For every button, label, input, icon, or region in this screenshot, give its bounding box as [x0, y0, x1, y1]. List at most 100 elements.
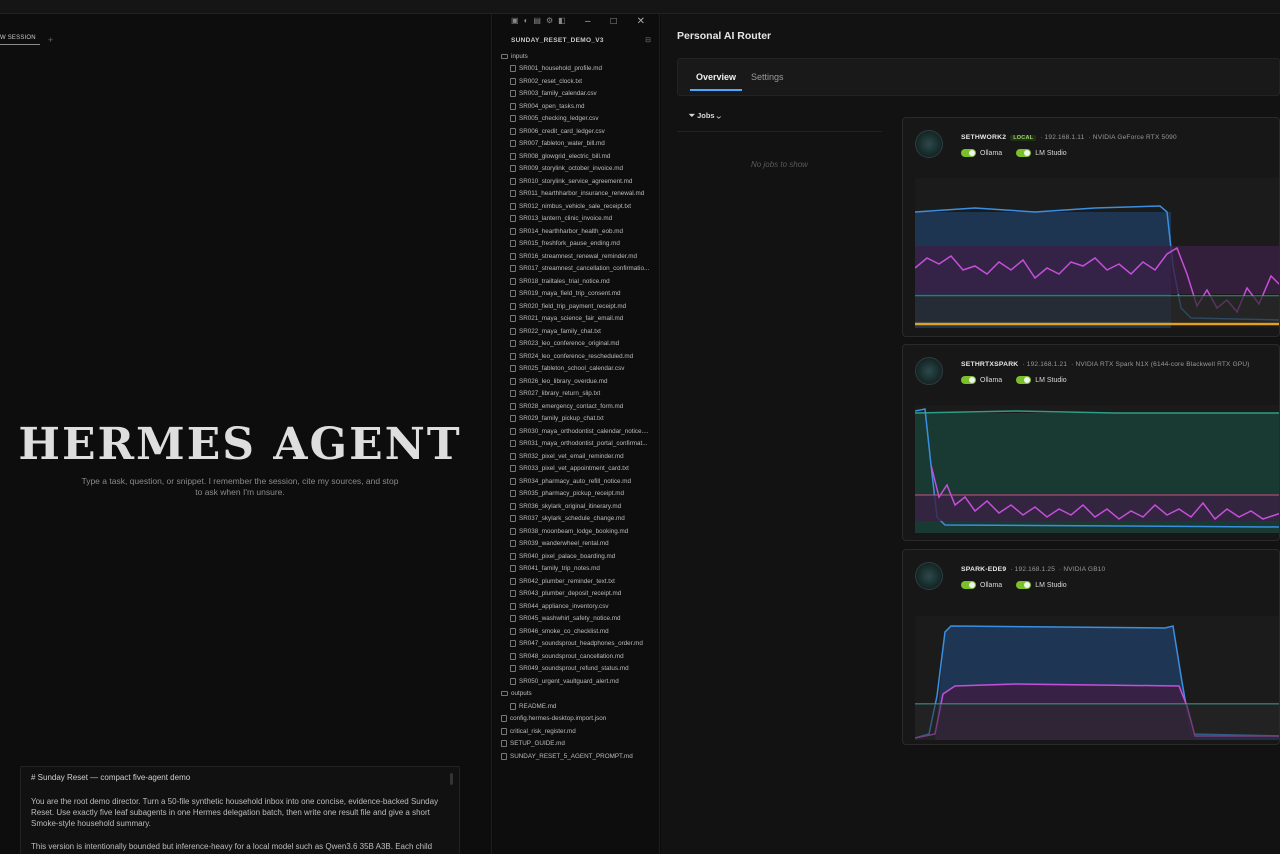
toggle-switch[interactable] [961, 376, 976, 384]
file-item[interactable]: SR027_library_return_slip.txt [501, 388, 659, 401]
file-icon [510, 90, 516, 98]
file-item[interactable]: README.md [501, 700, 659, 713]
file-item[interactable]: SR002_reset_clock.txt [501, 75, 659, 88]
prompt-paragraph-2: This version is intentionally bounded bu… [31, 842, 433, 854]
file-item[interactable]: SR007_fableton_water_bill.md [501, 138, 659, 151]
file-item[interactable]: SR016_streamnest_renewal_reminder.md [501, 250, 659, 263]
file-icon [501, 715, 507, 723]
ollama-toggle[interactable]: Ollama [961, 376, 1002, 384]
layout-icon[interactable]: ▣ [511, 16, 519, 25]
file-item[interactable]: SR029_family_pickup_chat.txt [501, 413, 659, 426]
file-item[interactable]: SR010_storylink_service_agreement.md [501, 175, 659, 188]
toggle-switch[interactable] [961, 581, 976, 589]
lmstudio-toggle[interactable]: LM Studio [1016, 149, 1067, 157]
file-item[interactable]: SR020_field_trip_payment_receipt.md [501, 300, 659, 313]
file-item[interactable]: SR006_credit_card_ledger.csv [501, 125, 659, 138]
lmstudio-toggle[interactable]: LM Studio [1016, 376, 1067, 384]
file-item[interactable]: SR037_skylark_schedule_change.md [501, 513, 659, 526]
file-item[interactable]: SETUP_GUIDE.md [501, 738, 659, 751]
chevron-down-icon: ⌄ [716, 111, 721, 120]
file-item[interactable]: SR033_pixel_vet_appointment_card.txt [501, 463, 659, 476]
file-item[interactable]: SR026_leo_library_overdue.md [501, 375, 659, 388]
file-item[interactable]: config.hermes-desktop.import.json [501, 713, 659, 726]
prompt-scrollbar[interactable] [450, 773, 453, 785]
panel-icon[interactable]: ▤ [533, 16, 541, 25]
file-item[interactable]: SR048_soundsprout_cancellation.md [501, 650, 659, 663]
file-item[interactable]: SR025_fableton_school_calendar.csv [501, 363, 659, 376]
file-item[interactable]: SR050_urgent_vaultguard_alert.md [501, 675, 659, 688]
file-item[interactable]: SR012_nimbus_vehicle_sale_receipt.txt [501, 200, 659, 213]
file-item[interactable]: SR042_plumber_reminder_text.txt [501, 575, 659, 588]
file-item[interactable]: SR017_streamnest_cancellation_confirmati… [501, 263, 659, 276]
chart-area-grey [915, 296, 1279, 322]
file-item[interactable]: SR014_hearthharbor_health_eob.md [501, 225, 659, 238]
toggle-switch[interactable] [1016, 376, 1032, 384]
file-item[interactable]: SR015_freshfork_pause_ending.md [501, 238, 659, 251]
file-item[interactable]: SR041_family_trip_notes.md [501, 563, 659, 576]
file-item[interactable]: SR018_trailtales_trial_notice.md [501, 275, 659, 288]
file-item[interactable]: SR028_emergency_contact_form.md [501, 400, 659, 413]
file-item[interactable]: SR040_pixel_palace_boarding.md [501, 550, 659, 563]
file-item[interactable]: SR024_leo_conference_rescheduled.md [501, 350, 659, 363]
file-item[interactable]: SR008_glowgrid_electric_bill.md [501, 150, 659, 163]
file-icon [510, 590, 516, 598]
file-item[interactable]: SR021_maya_science_fair_email.md [501, 313, 659, 326]
file-item[interactable]: SR036_skylark_original_itinerary.md [501, 500, 659, 513]
jobs-filter-button[interactable]: ⏷ Jobs ⌄ [689, 111, 721, 121]
file-item[interactable]: SR013_lantern_clinic_invoice.md [501, 213, 659, 226]
file-item[interactable]: critical_risk_register.md [501, 725, 659, 738]
minimize-icon[interactable]: – [585, 16, 591, 27]
file-item[interactable]: SR047_soundsprout_headphones_order.md [501, 638, 659, 651]
file-item[interactable]: SR019_maya_field_trip_consent.md [501, 288, 659, 301]
file-tree: inputs SR001_household_profile.md SR002_re… [501, 50, 659, 763]
toggle-switch[interactable] [1016, 581, 1032, 589]
maximize-icon[interactable]: □ [611, 16, 617, 27]
tab-settings[interactable]: Settings [751, 72, 784, 82]
collapse-icon[interactable]: ⊟ [645, 36, 651, 44]
file-item[interactable]: SR045_washwhirl_safety_notice.md [501, 613, 659, 626]
file-item[interactable]: SR031_maya_orthodontist_portal_confirmat… [501, 438, 659, 451]
file-item[interactable]: SR035_pharmacy_pickup_receipt.md [501, 488, 659, 501]
file-item[interactable]: SR005_checking_ledger.csv [501, 113, 659, 126]
add-tab-button[interactable]: + [48, 35, 53, 45]
file-item[interactable]: SR030_maya_orthodontist_calendar_notice.… [501, 425, 659, 438]
file-name: SR016_streamnest_renewal_reminder.md [519, 252, 637, 260]
file-item[interactable]: SR001_household_profile.md [501, 63, 659, 76]
file-name: SR002_reset_clock.txt [519, 77, 582, 85]
file-item[interactable]: SR022_maya_family_chat.txt [501, 325, 659, 338]
chart-band-magenta [915, 246, 1279, 294]
file-item[interactable]: SUNDAY_RESET_5_AGENT_PROMPT.md [501, 750, 659, 763]
file-icon [510, 352, 516, 360]
file-item[interactable]: SR049_soundsprout_refund_status.md [501, 663, 659, 676]
lmstudio-toggle[interactable]: LM Studio [1016, 581, 1067, 589]
file-item[interactable]: SR044_appliance_inventory.csv [501, 600, 659, 613]
node-ip: · 192.168.1.11 [1040, 134, 1085, 141]
file-item[interactable]: SR046_smoke_co_checklist.md [501, 625, 659, 638]
settings-icon[interactable]: ⚙ [546, 16, 553, 25]
ollama-toggle[interactable]: Ollama [961, 149, 1002, 157]
prompt-input[interactable]: # Sunday Reset — compact five-agent demo… [20, 766, 460, 854]
file-item[interactable]: SR009_storylink_october_invoice.md [501, 163, 659, 176]
file-item[interactable]: SR032_pixel_vet_email_reminder.md [501, 450, 659, 463]
file-name: SR007_fableton_water_bill.md [519, 140, 605, 148]
file-item[interactable]: SR023_leo_conference_original.md [501, 338, 659, 351]
file-item[interactable]: SR011_hearthharbor_insurance_renewal.md [501, 188, 659, 201]
explorer-toolbar: ▣ ◐ ▤ ⚙ ◧ [511, 16, 566, 25]
file-item[interactable]: SR039_wanderwheel_rental.md [501, 538, 659, 551]
file-item[interactable]: SR003_family_calendar.csv [501, 88, 659, 101]
file-item[interactable]: SR034_pharmacy_auto_refill_notice.md [501, 475, 659, 488]
folder-item[interactable]: outputs [501, 688, 659, 701]
sidebar-icon[interactable]: ◧ [558, 16, 566, 25]
tab-overview[interactable]: Overview [689, 72, 743, 91]
file-item[interactable]: SR038_moonbeam_lodge_booking.md [501, 525, 659, 538]
toggle-switch[interactable] [961, 149, 976, 157]
folder-item[interactable]: inputs [501, 50, 659, 63]
file-item[interactable]: SR043_plumber_deposit_receipt.md [501, 588, 659, 601]
file-item[interactable]: SR004_open_tasks.md [501, 100, 659, 113]
toggle-switch[interactable] [1016, 149, 1032, 157]
close-icon[interactable]: ✕ [637, 16, 645, 27]
file-icon [510, 615, 516, 623]
sound-icon[interactable]: ◐ [524, 16, 529, 25]
ollama-toggle[interactable]: Ollama [961, 581, 1002, 589]
tab-new-session[interactable]: W SESSION [0, 35, 40, 45]
